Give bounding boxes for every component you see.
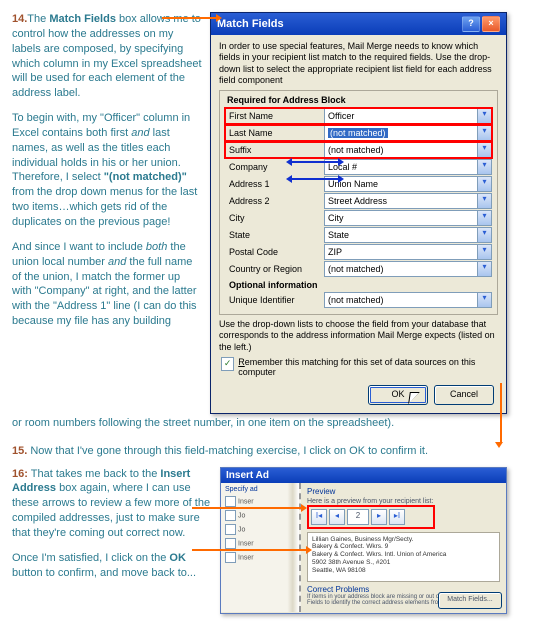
dialog-title: Match Fields: [217, 18, 284, 30]
dropdown-unique[interactable]: (not matched): [324, 292, 492, 308]
field-label: Country or Region: [225, 264, 324, 274]
blue-arrow: [290, 178, 340, 180]
ok-button[interactable]: OK: [368, 385, 428, 405]
field-dropdown[interactable]: Union Name: [324, 176, 492, 192]
remember-checkbox[interactable]: ✓: [221, 357, 234, 371]
field-row: CityCity: [225, 210, 492, 226]
field-dropdown[interactable]: ZIP: [324, 244, 492, 260]
orange-arrow: [192, 507, 302, 509]
chevron-down-icon[interactable]: [477, 160, 491, 174]
step-14-number: 14.: [12, 13, 27, 25]
chevron-down-icon[interactable]: [477, 143, 491, 157]
field-dropdown[interactable]: City: [324, 210, 492, 226]
insert-titlebar: Insert Ad: [221, 468, 506, 483]
field-dropdown[interactable]: (not matched): [324, 125, 492, 141]
nav-prev-button[interactable]: ◂: [329, 509, 345, 525]
chevron-down-icon[interactable]: [477, 126, 491, 140]
step-16-text: 16: That takes me back to the Insert Add…: [12, 467, 212, 591]
insert-option[interactable]: Jo: [225, 510, 295, 521]
orange-arrow-head: [495, 442, 503, 448]
field-dropdown[interactable]: State: [324, 227, 492, 243]
field-label: Company: [225, 162, 324, 172]
match-fields-dialog: Match Fields ? × In order to use special…: [210, 12, 507, 414]
nav-next-button[interactable]: ▸: [371, 509, 387, 525]
field-row: Address 2Street Address: [225, 193, 492, 209]
field-label: First Name: [225, 111, 324, 121]
orange-arrow: [192, 549, 307, 551]
chevron-down-icon[interactable]: [477, 194, 491, 208]
blue-arrow-head: [286, 158, 292, 166]
insert-left-panel: Specify ad InserJoJoInserInser: [221, 483, 301, 612]
field-label: City: [225, 213, 324, 223]
help-button[interactable]: ?: [462, 16, 480, 32]
chevron-down-icon[interactable]: [477, 245, 491, 259]
insert-option[interactable]: Inser: [225, 538, 295, 549]
field-label: State: [225, 230, 324, 240]
field-row: CompanyLocal #: [225, 159, 492, 175]
checkbox-icon[interactable]: [225, 496, 236, 507]
field-row: Country or Region(not matched): [225, 261, 492, 277]
match-fields-button[interactable]: Match Fields...: [438, 592, 502, 609]
checkbox-icon[interactable]: [225, 538, 236, 549]
orange-arrow: [500, 383, 502, 443]
chevron-down-icon[interactable]: [477, 211, 491, 225]
orange-arrow-head: [306, 546, 312, 554]
field-label: Address 2: [225, 196, 324, 206]
field-row: Postal CodeZIP: [225, 244, 492, 260]
field-dropdown[interactable]: Street Address: [324, 193, 492, 209]
insert-address-dialog: Insert Ad Specify ad InserJoJoInserInser…: [220, 467, 507, 614]
preview-header: Preview: [307, 487, 500, 496]
step-15-text: 15. Now that I've gone through this fiel…: [12, 445, 528, 457]
nav-first-button[interactable]: I◂: [311, 509, 327, 525]
required-group: Required for Address Block First NameOff…: [219, 90, 498, 315]
preview-nav: I◂ ◂ 2 ▸ ▸I: [307, 505, 435, 529]
nav-number[interactable]: 2: [347, 509, 369, 525]
field-row: Suffix(not matched): [225, 142, 492, 158]
required-title: Required for Address Block: [227, 95, 492, 105]
dialog-titlebar: Match Fields ? ×: [211, 13, 506, 35]
chevron-down-icon[interactable]: [477, 228, 491, 242]
field-label: Last Name: [225, 128, 324, 138]
field-dropdown[interactable]: Officer: [324, 108, 492, 124]
checkbox-icon[interactable]: [225, 510, 236, 521]
step-14-text: 14.The Match Fields box allows me to con…: [12, 12, 202, 339]
field-row: StateState: [225, 227, 492, 243]
field-row: Address 1Union Name: [225, 176, 492, 192]
close-button[interactable]: ×: [482, 16, 500, 32]
cancel-button[interactable]: Cancel: [434, 385, 494, 405]
field-label: Suffix: [225, 145, 324, 155]
field-row: Last Name(not matched): [225, 125, 492, 141]
field-dropdown[interactable]: (not matched): [324, 261, 492, 277]
checkbox-icon[interactable]: [225, 524, 236, 535]
blue-arrow-head: [338, 158, 344, 166]
checkbox-icon[interactable]: [225, 552, 236, 563]
nav-last-button[interactable]: ▸I: [389, 509, 405, 525]
orange-arrow-head: [301, 504, 307, 512]
insert-option[interactable]: Inser: [225, 552, 295, 563]
remember-row: ✓ Remember this matching for this set of…: [221, 357, 498, 377]
blue-arrow: [290, 161, 340, 163]
chevron-down-icon[interactable]: [477, 293, 491, 307]
dialog-hint: Use the drop-down lists to choose the fi…: [219, 319, 498, 353]
dialog-intro: In order to use special features, Mail M…: [219, 41, 498, 86]
address-preview: Lillian Gaines, Business Mgr/Secty.Baker…: [307, 532, 500, 582]
blue-arrow-head: [286, 175, 292, 183]
chevron-down-icon[interactable]: [477, 177, 491, 191]
insert-option[interactable]: Inser: [225, 496, 295, 507]
field-dropdown[interactable]: Local #: [324, 159, 492, 175]
insert-option[interactable]: Jo: [225, 524, 295, 535]
blue-arrow-head: [338, 175, 344, 183]
field-row: First NameOfficer: [225, 108, 492, 124]
orange-arrow: [162, 17, 217, 19]
chevron-down-icon[interactable]: [477, 262, 491, 276]
field-row-unique: Unique Identifier (not matched): [225, 292, 492, 308]
optional-title: Optional information: [229, 280, 492, 290]
field-label: Address 1: [225, 179, 324, 189]
field-dropdown[interactable]: (not matched): [324, 142, 492, 158]
chevron-down-icon[interactable]: [477, 109, 491, 123]
field-label: Postal Code: [225, 247, 324, 257]
orange-arrow-head: [216, 14, 222, 22]
step-14-tail: or room numbers following the street num…: [12, 416, 528, 431]
